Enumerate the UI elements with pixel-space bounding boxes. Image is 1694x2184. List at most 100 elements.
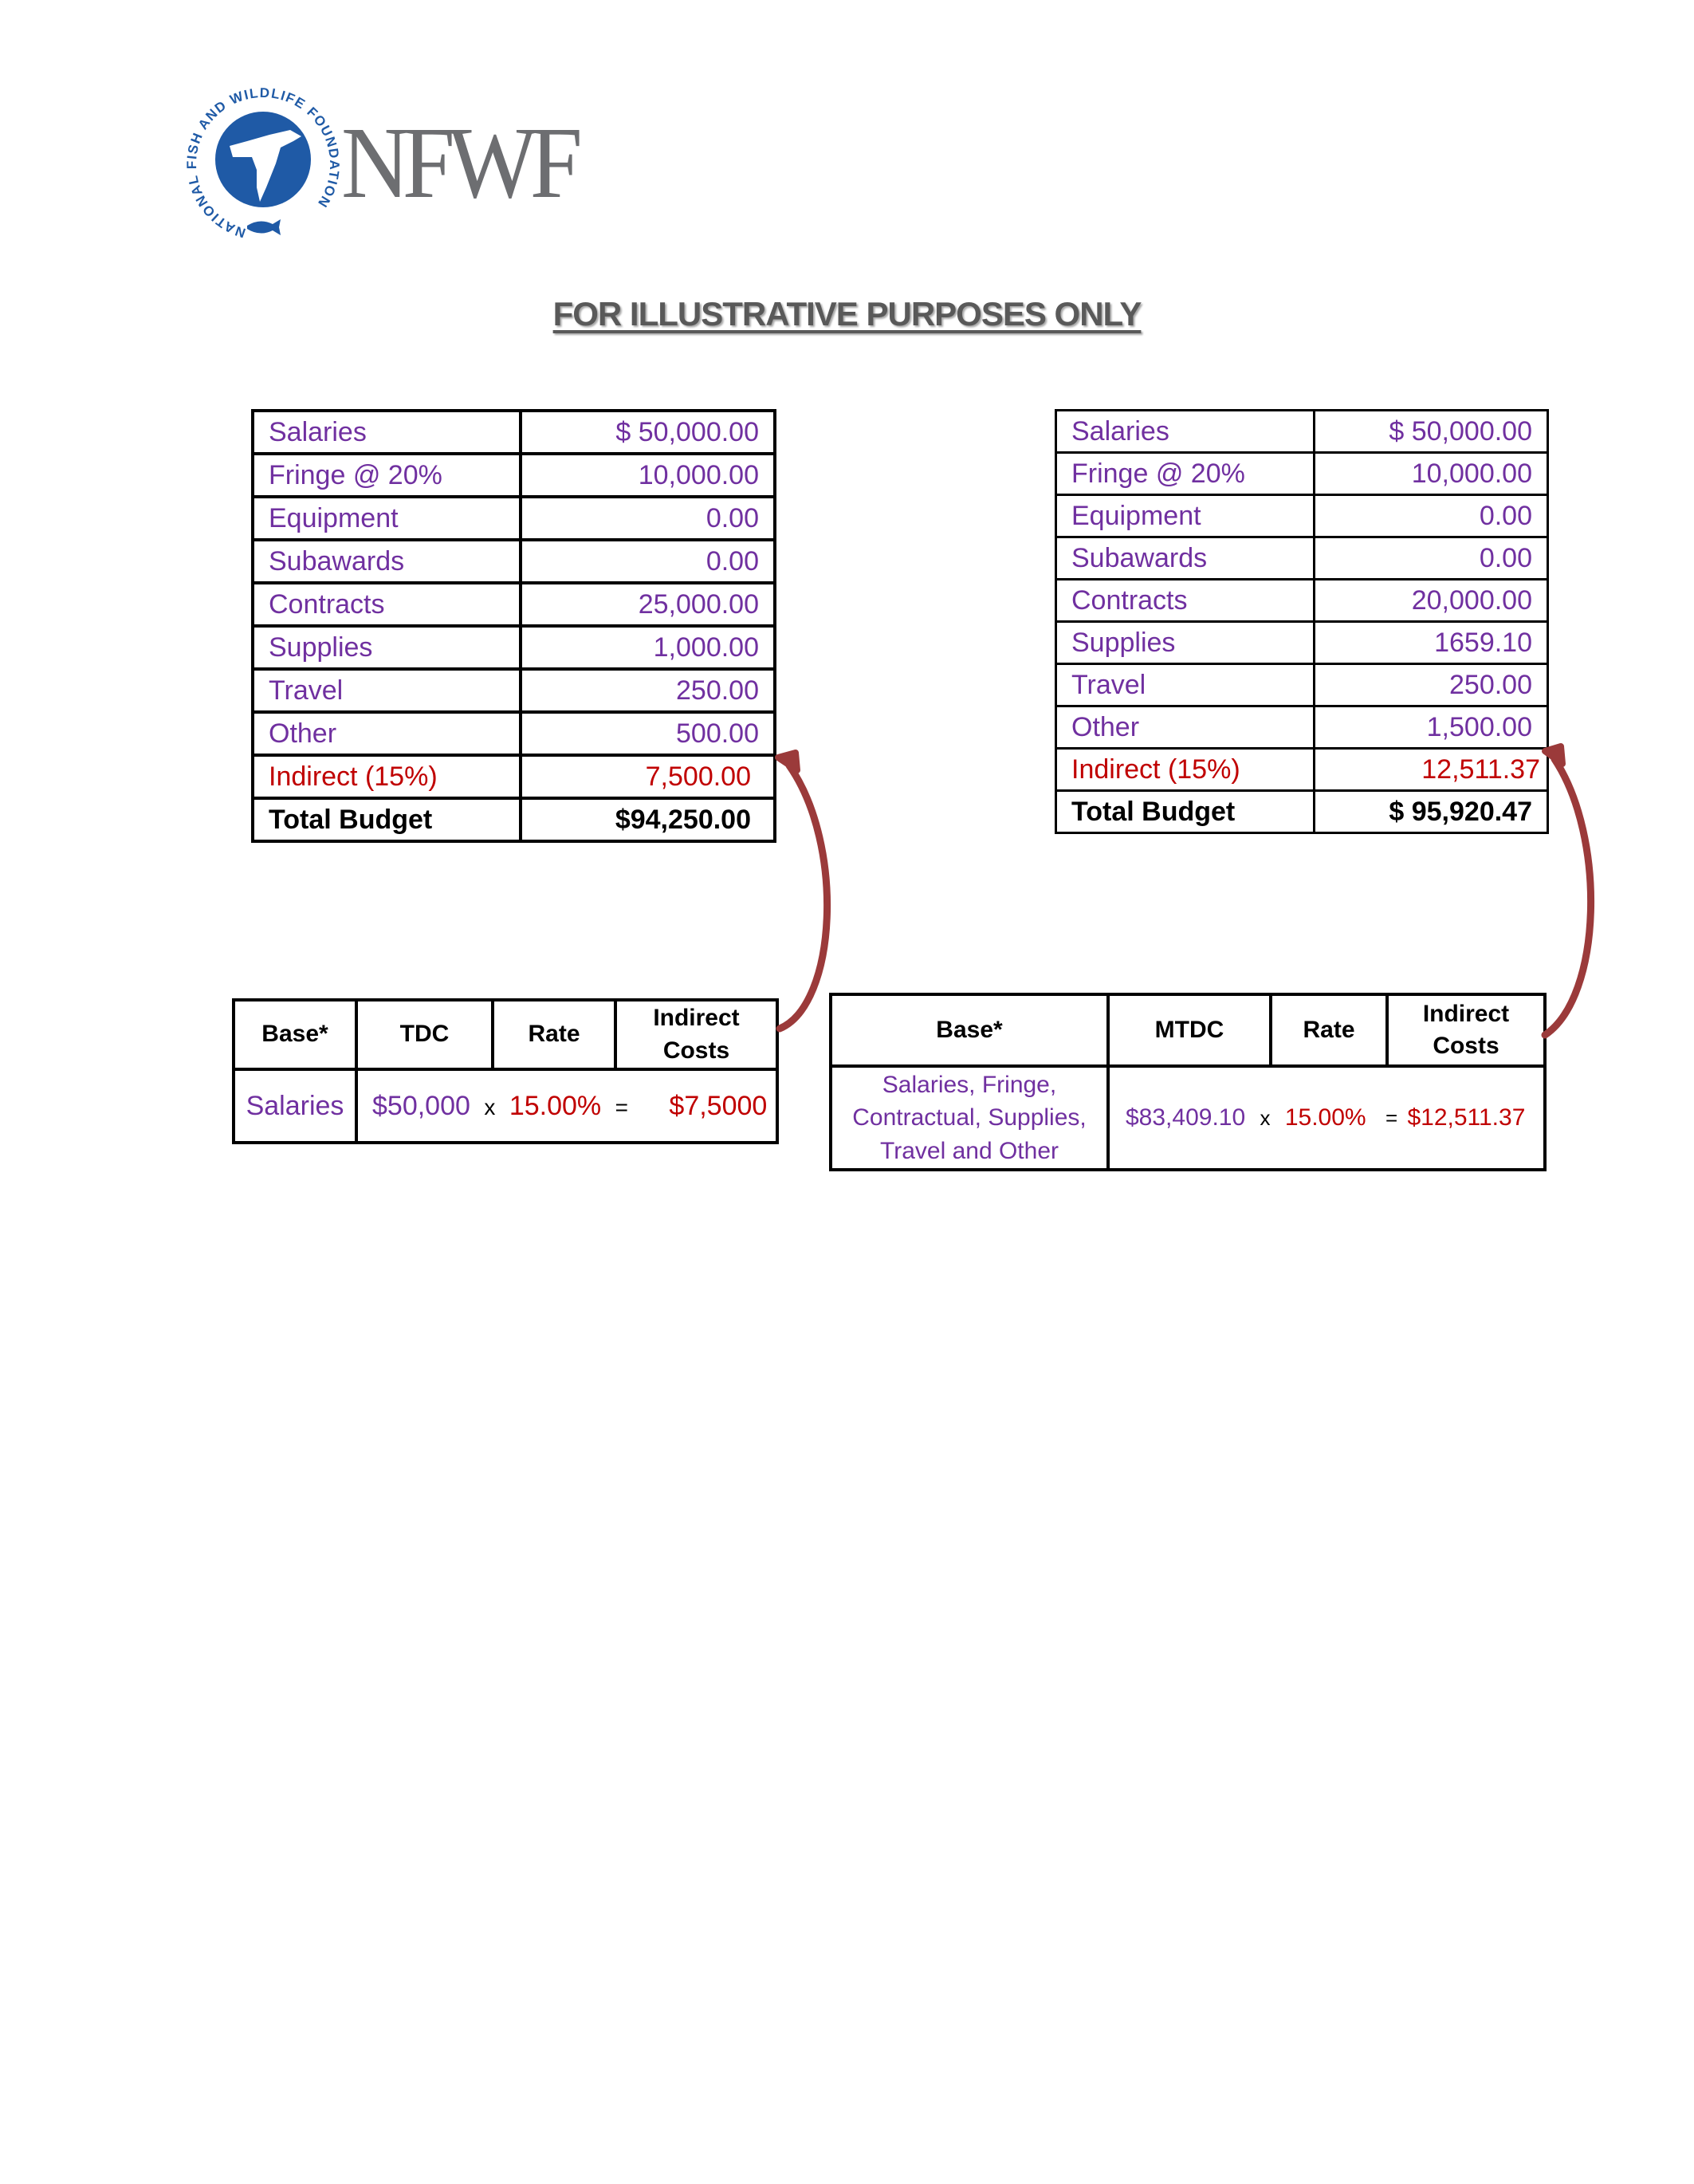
- budget-row-travel: Travel 250.00: [1055, 663, 1549, 707]
- budget-row-salaries: Salaries $ 50,000.00: [251, 409, 776, 455]
- row-label: Contracts: [1055, 578, 1315, 623]
- row-value: 1,500.00: [1313, 705, 1549, 750]
- row-value: 250.00: [1313, 663, 1549, 707]
- header-indirect-line1: Indirect: [653, 1005, 740, 1031]
- row-value: 1,000.00: [519, 624, 776, 671]
- row-value: 500.00: [519, 710, 776, 757]
- row-label: Equipment: [251, 495, 522, 541]
- header-indirect-line1: Indirect: [1422, 1000, 1510, 1027]
- budget-row-equipment: Equipment 0.00: [1055, 494, 1549, 538]
- row-value: 0.00: [1313, 536, 1549, 580]
- row-label: Salaries: [1055, 409, 1315, 454]
- header-rate: Rate: [491, 998, 617, 1071]
- calc-amount: $50,000: [372, 1090, 470, 1121]
- budget-row-indirect: Indirect (15%) 7,500.00: [251, 754, 776, 800]
- row-value: $94,250.00: [519, 797, 776, 843]
- page-title: FOR ILLUSTRATIVE PURPOSES ONLY: [0, 295, 1694, 333]
- calc-header-row: Base* TDC Rate Indirect Costs: [232, 998, 779, 1071]
- row-label: Travel: [251, 667, 522, 714]
- curved-arrow-right: [1541, 743, 1595, 1039]
- row-value: 0.00: [519, 495, 776, 541]
- row-value: 10,000.00: [1313, 451, 1549, 496]
- budget-row-indirect: Indirect (15%) 12,511.37: [1055, 747, 1549, 792]
- times-sign: x: [1260, 1106, 1271, 1131]
- calc-header-row: Base* MTDC Rate Indirect Costs: [829, 993, 1547, 1068]
- budget-table-mtdc-example: Salaries $ 50,000.00 Fringe @ 20% 10,000.0…: [1055, 409, 1549, 834]
- budget-table-tdc-example: Salaries $ 50,000.00 Fringe @ 20% 10,000.0…: [251, 409, 776, 843]
- budget-row-subawards: Subawards 0.00: [1055, 536, 1549, 580]
- row-value: 12,511.37: [1313, 747, 1549, 792]
- row-label: Salaries: [251, 409, 522, 455]
- calc-formula: $83,409.10 x 15.00% = $12,511.37: [1106, 1064, 1547, 1172]
- calc-row: Salaries, Fringe, Contractual, Supplies,…: [829, 1064, 1547, 1172]
- row-label: Total Budget: [1055, 789, 1315, 834]
- calc-base: Salaries, Fringe, Contractual, Supplies,…: [829, 1064, 1110, 1172]
- row-value: 10,000.00: [519, 452, 776, 498]
- calc-base-line3: Travel and Other: [880, 1137, 1059, 1164]
- indirect-calc-table-tdc: Base* TDC Rate Indirect Costs Salaries $…: [232, 998, 779, 1144]
- budget-row-fringe: Fringe @ 20% 10,000.00: [251, 452, 776, 498]
- indirect-calc-table-mtdc: Base* MTDC Rate Indirect Costs Salaries,…: [829, 993, 1547, 1172]
- row-value: $ 50,000.00: [1313, 409, 1549, 454]
- row-label: Other: [251, 710, 522, 757]
- times-sign: x: [484, 1094, 496, 1120]
- budget-row-travel: Travel 250.00: [251, 667, 776, 714]
- row-label: Subawards: [1055, 536, 1315, 580]
- row-value: 7,500.00: [519, 754, 776, 800]
- row-value: 25,000.00: [519, 581, 776, 628]
- calc-base-line1: Salaries, Fringe,: [882, 1072, 1057, 1098]
- header-indirect-line2: Costs: [662, 1037, 730, 1064]
- header-indirect-costs: Indirect Costs: [614, 998, 779, 1071]
- budget-row-contracts: Contracts 25,000.00: [251, 581, 776, 628]
- row-value: $ 50,000.00: [519, 409, 776, 455]
- header-mtdc: MTDC: [1106, 993, 1272, 1068]
- row-value: 0.00: [519, 538, 776, 584]
- calc-base: Salaries: [232, 1068, 358, 1144]
- budget-row-other: Other 1,500.00: [1055, 705, 1549, 750]
- arrowhead-icon: [775, 750, 800, 773]
- equals-sign: =: [615, 1094, 628, 1120]
- calc-result: $12,511.37: [1407, 1104, 1526, 1131]
- budget-row-subawards: Subawards 0.00: [251, 538, 776, 584]
- row-label: Supplies: [1055, 620, 1315, 665]
- calc-formula: $50,000 x 15.00% = $7,5000: [355, 1068, 779, 1144]
- budget-row-supplies: Supplies 1659.10: [1055, 620, 1549, 665]
- nfwf-wordmark: NFWF: [341, 106, 583, 219]
- budget-row-fringe: Fringe @ 20% 10,000.00: [1055, 451, 1549, 496]
- curved-arrow-left: [775, 750, 831, 1033]
- row-value: $ 95,920.47: [1313, 789, 1549, 834]
- calc-base-line2: Contractual, Supplies,: [852, 1104, 1087, 1131]
- header-base: Base*: [232, 998, 358, 1071]
- row-label: Fringe @ 20%: [1055, 451, 1315, 496]
- row-label: Subawards: [251, 538, 522, 584]
- header-rate: Rate: [1269, 993, 1389, 1068]
- row-label: Indirect (15%): [1055, 747, 1315, 792]
- fish-icon: [247, 219, 281, 235]
- row-label: Fringe @ 20%: [251, 452, 522, 498]
- calc-amount: $83,409.10: [1126, 1104, 1246, 1131]
- calc-result: $7,5000: [669, 1090, 768, 1121]
- row-value: 0.00: [1313, 494, 1549, 538]
- equals-sign: =: [1385, 1106, 1398, 1131]
- budget-row-total: Total Budget $ 95,920.47: [1055, 789, 1549, 834]
- title-text: FOR ILLUSTRATIVE PURPOSES ONLY: [552, 295, 1142, 333]
- budget-row-supplies: Supplies 1,000.00: [251, 624, 776, 671]
- header-tdc: TDC: [355, 998, 494, 1071]
- calc-row: Salaries $50,000 x 15.00% = $7,5000: [232, 1068, 779, 1144]
- row-label: Indirect (15%): [251, 754, 522, 800]
- row-label: Contracts: [251, 581, 522, 628]
- budget-row-other: Other 500.00: [251, 710, 776, 757]
- row-label: Other: [1055, 705, 1315, 750]
- row-label: Supplies: [251, 624, 522, 671]
- row-label: Total Budget: [251, 797, 522, 843]
- calc-rate: 15.00%: [509, 1090, 602, 1121]
- nfwf-seal-icon: NATIONAL FISH AND WILDLIFE FOUNDATION: [184, 85, 341, 241]
- budget-row-equipment: Equipment 0.00: [251, 495, 776, 541]
- budget-row-total: Total Budget $94,250.00: [251, 797, 776, 843]
- header-indirect-line2: Costs: [1433, 1033, 1499, 1059]
- budget-row-salaries: Salaries $ 50,000.00: [1055, 409, 1549, 454]
- row-value: 250.00: [519, 667, 776, 714]
- row-value: 20,000.00: [1313, 578, 1549, 623]
- row-label: Travel: [1055, 663, 1315, 707]
- calc-rate: 15.00%: [1284, 1104, 1366, 1131]
